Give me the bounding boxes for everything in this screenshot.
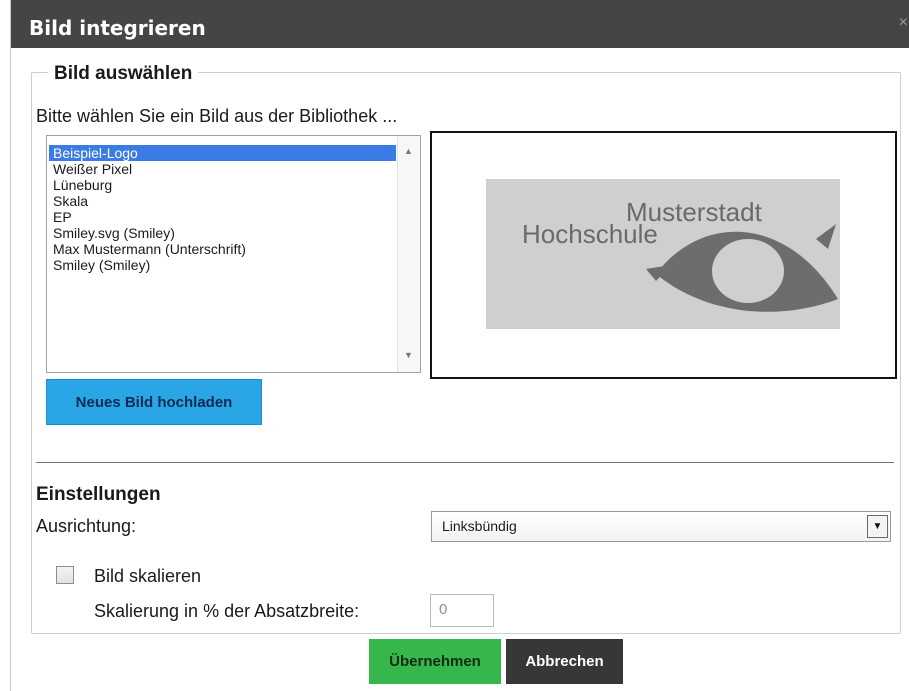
image-library-items: Beispiel-Logo Weißer Pixel Lüneburg Skala EP… [47,136,420,273]
list-item[interactable]: EP [49,209,420,225]
scale-image-checkbox[interactable] [56,566,74,584]
apply-button[interactable]: Übernehmen [369,639,501,684]
list-item[interactable]: Smiley (Smiley) [49,257,420,273]
scroll-up-icon[interactable]: ▲ [404,146,413,156]
chevron-down-icon[interactable]: ▼ [867,515,888,538]
image-preview: Musterstadt Hochschule [430,131,897,379]
alignment-select-value: Linksbündig [442,518,517,534]
list-item[interactable]: Weißer Pixel [49,161,420,177]
list-item[interactable]: Beispiel-Logo [49,145,396,161]
settings-title: Einstellungen [36,484,161,505]
list-item[interactable]: Max Mustermann (Unterschrift) [49,241,420,257]
scale-percent-value: 0 [439,601,448,618]
cancel-button[interactable]: Abbrechen [506,639,623,684]
scale-image-label[interactable]: Bild skalieren [94,566,201,587]
section-divider [36,462,894,463]
preview-logo-image: Musterstadt Hochschule [486,179,840,329]
scale-percent-label: Skalierung in % der Absatzbreite: [94,601,360,621]
listbox-scrollbar[interactable]: ▲ ▼ [397,136,420,372]
image-library-listbox[interactable]: Beispiel-Logo Weißer Pixel Lüneburg Skala EP… [46,135,421,373]
scroll-down-icon[interactable]: ▼ [404,350,413,360]
logo-text-hochschule: Hochschule [522,219,658,249]
list-item[interactable]: Lüneburg [49,177,420,193]
scale-percent-input[interactable]: 0 [430,594,494,627]
close-icon[interactable]: × [899,14,908,32]
image-select-legend: Bild auswählen [48,63,199,85]
image-insert-dialog: Bild integrieren × Bild auswählen Bitte … [10,0,909,691]
list-item[interactable]: Skala [49,193,420,209]
dialog-title: Bild integrieren [29,16,206,40]
alignment-label: Ausrichtung: [36,516,137,536]
alignment-select[interactable]: Linksbündig ▼ [431,511,891,542]
dialog-titlebar: Bild integrieren × [11,0,909,48]
image-select-intro: Bitte wählen Sie ein Bild aus der Biblio… [36,106,398,126]
list-item[interactable]: Smiley.svg (Smiley) [49,225,420,241]
upload-new-image-button[interactable]: Neues Bild hochladen [46,379,262,425]
